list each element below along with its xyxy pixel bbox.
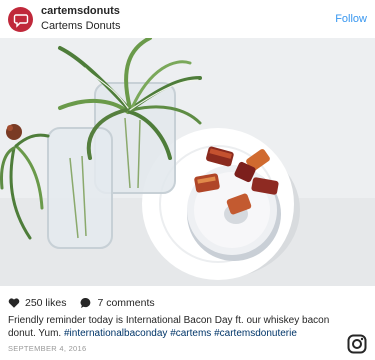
- hashtag-link[interactable]: #cartems: [170, 328, 211, 339]
- post-caption: Friendly reminder today is International…: [8, 314, 346, 340]
- heart-icon[interactable]: [8, 297, 20, 309]
- hashtag-link[interactable]: #internationalbaconday: [64, 328, 167, 339]
- likes-count[interactable]: 250 likes: [25, 297, 66, 309]
- donut-photo-image: [0, 38, 375, 286]
- speech-bubble-icon: [13, 13, 28, 28]
- location[interactable]: Cartems Donuts: [41, 20, 120, 32]
- post-date: SEPTEMBER 4, 2016: [8, 344, 87, 353]
- instagram-icon[interactable]: [347, 334, 367, 354]
- follow-button[interactable]: Follow: [335, 13, 367, 25]
- hashtag-link[interactable]: #cartemsdonuterie: [214, 328, 297, 339]
- post-photo[interactable]: [0, 38, 375, 286]
- avatar[interactable]: [8, 7, 33, 32]
- comment-bubble-icon[interactable]: [80, 297, 92, 309]
- post-header: cartemsdonuts Cartems Donuts Follow: [0, 0, 375, 38]
- comments-count[interactable]: 7 comments: [97, 297, 154, 309]
- username[interactable]: cartemsdonuts: [41, 5, 120, 17]
- engagement-bar: 250 likes 7 comments: [8, 296, 169, 310]
